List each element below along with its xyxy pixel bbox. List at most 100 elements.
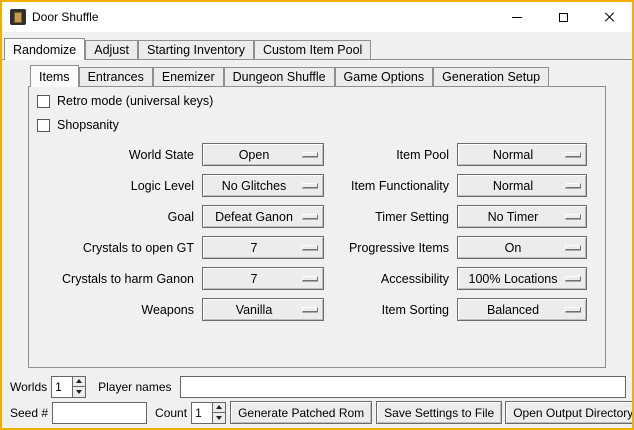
worlds-spinbox	[51, 376, 86, 398]
item-pool-label: Item Pool	[332, 148, 449, 162]
tab-randomize[interactable]: Randomize	[4, 38, 85, 60]
count-spin-arrows	[212, 402, 226, 424]
item-sorting-label: Item Sorting	[332, 303, 449, 317]
main-tab-divider	[2, 59, 632, 60]
logic-level-label: Logic Level	[34, 179, 194, 193]
subtab-dungeon-shuffle[interactable]: Dungeon Shuffle	[224, 67, 335, 86]
subtab-items[interactable]: Items	[30, 65, 79, 87]
arrow-down-icon	[216, 416, 222, 420]
crystals-open-gt-label: Crystals to open GT	[34, 241, 194, 255]
subtab-entrances[interactable]: Entrances	[79, 67, 153, 86]
accessibility-dropdown[interactable]: 100% Locations	[457, 267, 587, 290]
crystals-harm-ganon-dropdown[interactable]: 7	[202, 267, 324, 290]
player-names-label: Player names	[98, 380, 171, 394]
door-icon	[14, 12, 22, 23]
items-panel: Retro mode (universal keys) Shopsanity W…	[28, 86, 606, 368]
dropdown-indicator-icon	[565, 276, 581, 281]
window-title: Door Shuffle	[32, 10, 99, 24]
dropdown-indicator-icon	[302, 152, 318, 157]
subtab-enemizer[interactable]: Enemizer	[153, 67, 224, 86]
count-label: Count	[155, 406, 187, 420]
count-spin-down-button[interactable]	[212, 413, 226, 424]
shopsanity-row: Shopsanity	[34, 113, 600, 137]
crystals-harm-ganon-label: Crystals to harm Ganon	[34, 272, 194, 286]
item-functionality-value: Normal	[493, 179, 533, 193]
shopsanity-checkbox[interactable]	[37, 119, 50, 132]
count-spin-up-button[interactable]	[212, 402, 226, 414]
minimize-button[interactable]	[494, 2, 540, 32]
titlebar[interactable]: Door Shuffle	[2, 2, 632, 32]
tab-adjust[interactable]: Adjust	[85, 40, 138, 59]
retro-mode-label: Retro mode (universal keys)	[57, 94, 213, 108]
generate-patched-rom-button[interactable]: Generate Patched Rom	[230, 401, 372, 424]
timer-setting-value: No Timer	[488, 210, 539, 224]
item-functionality-label: Item Functionality	[332, 179, 449, 193]
timer-setting-dropdown[interactable]: No Timer	[457, 205, 587, 228]
sub-tab-bar: Items Entrances Enemizer Dungeon Shuffle…	[28, 64, 606, 86]
goal-value: Defeat Ganon	[215, 210, 293, 224]
dropdown-indicator-icon	[302, 183, 318, 188]
crystals-harm-ganon-value: 7	[251, 272, 258, 286]
count-spinbox	[191, 402, 226, 424]
worlds-spin-up-button[interactable]	[72, 376, 86, 388]
dropdown-indicator-icon	[565, 214, 581, 219]
logic-level-dropdown[interactable]: No Glitches	[202, 174, 324, 197]
item-sorting-value: Balanced	[487, 303, 539, 317]
save-settings-button[interactable]: Save Settings to File	[376, 401, 502, 424]
footer-row-1: Worlds Player names	[10, 375, 626, 398]
worlds-spin-arrows	[72, 376, 86, 398]
item-sorting-dropdown[interactable]: Balanced	[457, 298, 587, 321]
arrow-up-icon	[216, 405, 222, 409]
crystals-open-gt-dropdown[interactable]: 7	[202, 236, 324, 259]
count-input[interactable]	[191, 402, 212, 424]
dropdown-indicator-icon	[565, 152, 581, 157]
footer-row-2: Seed # Count Generate Patched Rom Save S…	[10, 401, 626, 424]
progressive-items-label: Progressive Items	[332, 241, 449, 255]
weapons-label: Weapons	[34, 303, 194, 317]
item-functionality-dropdown[interactable]: Normal	[457, 174, 587, 197]
dropdown-indicator-icon	[565, 307, 581, 312]
arrow-up-icon	[76, 379, 82, 383]
subtab-game-options[interactable]: Game Options	[335, 67, 434, 86]
minimize-icon	[512, 17, 522, 18]
seed-input[interactable]	[52, 402, 147, 424]
retro-mode-checkbox[interactable]	[37, 95, 50, 108]
accessibility-value: 100% Locations	[469, 272, 558, 286]
open-output-directory-button[interactable]: Open Output Directory	[505, 401, 634, 424]
dropdown-indicator-icon	[302, 214, 318, 219]
close-button[interactable]	[586, 2, 632, 32]
maximize-button[interactable]	[540, 2, 586, 32]
world-state-dropdown[interactable]: Open	[202, 143, 324, 166]
weapons-dropdown[interactable]: Vanilla	[202, 298, 324, 321]
subtab-generation-setup[interactable]: Generation Setup	[433, 67, 549, 86]
worlds-label: Worlds	[10, 380, 47, 394]
close-icon	[603, 11, 615, 23]
accessibility-label: Accessibility	[332, 272, 449, 286]
shopsanity-label: Shopsanity	[57, 118, 119, 132]
retro-mode-row: Retro mode (universal keys)	[34, 89, 600, 113]
world-state-label: World State	[34, 148, 194, 162]
item-pool-value: Normal	[493, 148, 533, 162]
dropdown-indicator-icon	[302, 276, 318, 281]
goal-label: Goal	[34, 210, 194, 224]
dropdown-indicator-icon	[565, 183, 581, 188]
logic-level-value: No Glitches	[222, 179, 287, 193]
player-names-input[interactable]	[180, 376, 627, 398]
dropdown-indicator-icon	[302, 307, 318, 312]
arrow-down-icon	[76, 390, 82, 394]
tab-custom-item-pool[interactable]: Custom Item Pool	[254, 40, 371, 59]
item-pool-dropdown[interactable]: Normal	[457, 143, 587, 166]
maximize-icon	[559, 13, 568, 22]
progressive-items-dropdown[interactable]: On	[457, 236, 587, 259]
goal-dropdown[interactable]: Defeat Ganon	[202, 205, 324, 228]
timer-setting-label: Timer Setting	[332, 210, 449, 224]
main-tab-bar: Randomize Adjust Starting Inventory Cust…	[4, 37, 632, 59]
settings-grid: World State Open Item Pool Normal Logic …	[34, 139, 600, 325]
weapons-value: Vanilla	[236, 303, 273, 317]
tab-starting-inventory[interactable]: Starting Inventory	[138, 40, 254, 59]
progressive-items-value: On	[505, 241, 522, 255]
seed-label: Seed #	[10, 406, 48, 420]
worlds-input[interactable]	[51, 376, 72, 398]
door-shuffle-window: Door Shuffle Randomize Adjust Starting I…	[0, 0, 634, 430]
worlds-spin-down-button[interactable]	[72, 387, 86, 398]
